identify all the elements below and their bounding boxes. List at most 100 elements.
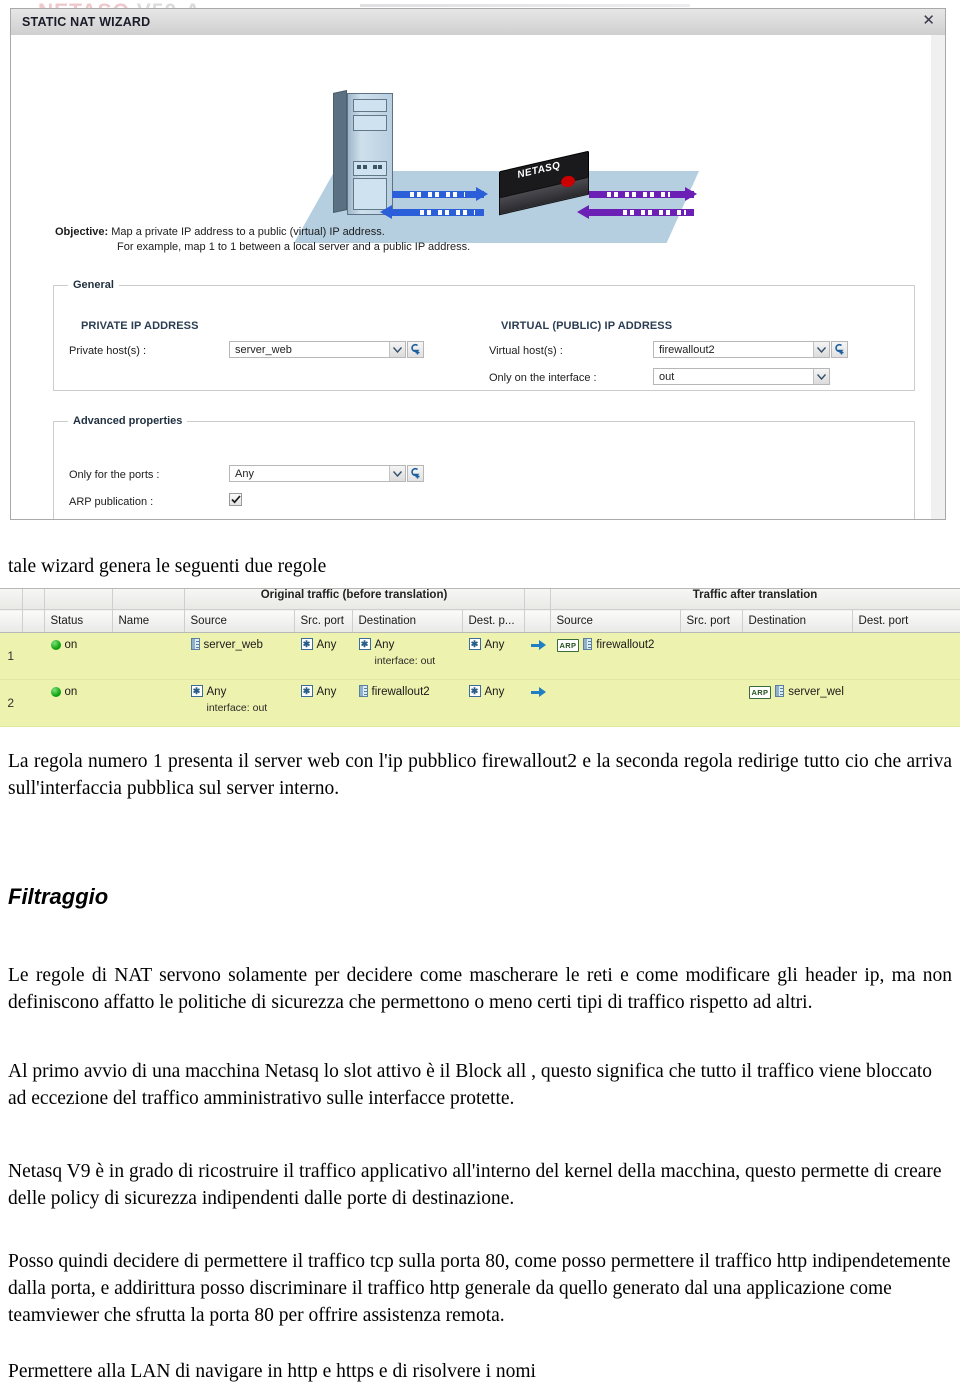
server-tower-side — [333, 90, 347, 213]
chevron-down-icon[interactable] — [813, 369, 829, 384]
virtual-host-select[interactable]: firewallout2 — [653, 341, 830, 358]
table-row[interactable]: 1 on server_web ✱ Any ✱ Any interface: o… — [0, 632, 960, 680]
row-tr-destination-cell[interactable] — [742, 632, 853, 680]
row-tr-source-cell[interactable]: ARP firewallout2 — [550, 632, 681, 680]
chevron-down-icon[interactable] — [813, 342, 829, 357]
row-status-text: on — [64, 686, 78, 698]
wizard-titlebar: STATIC NAT WIZARD ✕ — [11, 9, 945, 36]
column-header-orig-destination[interactable]: Destination — [352, 609, 463, 633]
row-orig-src-port-cell[interactable]: ✱ Any — [294, 632, 352, 680]
row-checkbox-cell[interactable] — [22, 632, 44, 680]
server-bay-2 — [353, 115, 387, 131]
objective-block: Objective: Map a private IP address to a… — [55, 225, 470, 255]
row-tr-dest-port-cell[interactable] — [852, 632, 960, 680]
column-header-1[interactable] — [22, 609, 45, 633]
row-orig-destination-cell[interactable]: firewallout2 — [352, 679, 462, 727]
any-object-icon: ✱ — [300, 685, 313, 697]
row-orig-dest-port-text: Any — [484, 639, 505, 651]
row-orig-source-cell[interactable]: server_web — [184, 632, 294, 680]
any-object-icon: ✱ — [190, 685, 203, 697]
column-header-tr-dest-port[interactable]: Dest. port — [852, 609, 960, 633]
row-orig-destination-cell[interactable]: ✱ Any interface: out — [352, 632, 462, 680]
column-header-0[interactable] — [0, 609, 23, 633]
private-host-value: server_web — [235, 343, 292, 356]
static-nat-wizard-screenshot: NETASQ V50-A ✕ STATIC NAT WIZARD ✕ — [0, 0, 960, 540]
row-orig-source-text: server_web — [203, 639, 263, 651]
interface-select[interactable]: out — [653, 368, 830, 385]
advanced-properties-fieldset: Advanced properties — [53, 415, 915, 519]
paragraph-lan-http: Permettere alla LAN di navigare in http … — [8, 1361, 536, 1382]
table-column-header-row: Status Name Source Src. port Destination… — [0, 609, 960, 633]
any-object-icon: ✱ — [358, 638, 371, 650]
wizard-scrollbar[interactable] — [930, 35, 945, 519]
row-orig-dest-port-cell[interactable]: ✱ Any — [462, 632, 525, 680]
objective-line-2: For example, map 1 to 1 between a local … — [117, 241, 471, 253]
add-private-host-button[interactable] — [407, 341, 424, 358]
arrow-private-outbound-icon — [380, 205, 484, 219]
column-header-tr-destination[interactable]: Destination — [742, 609, 853, 633]
private-host-select[interactable]: server_web — [229, 341, 406, 358]
private-host-label: Private host(s) : — [69, 345, 147, 357]
host-object-icon — [583, 638, 593, 650]
column-header-arrow-gap — [524, 609, 551, 633]
row-tr-src-port-cell[interactable] — [680, 679, 743, 727]
row-tr-destination-cell[interactable]: ARP server_wel — [742, 679, 853, 727]
arrow-public-inbound-icon — [577, 205, 694, 219]
add-virtual-host-button[interactable] — [831, 341, 848, 358]
row-tr-source-cell[interactable] — [550, 679, 681, 727]
paragraph-tcp-port-80: Posso quindi decidere di permettere il t… — [8, 1251, 951, 1326]
host-object-icon — [358, 685, 368, 697]
arp-badge-icon: ARP — [556, 639, 580, 652]
row-translation-arrow-cell — [524, 679, 551, 727]
wizard-dialog: STATIC NAT WIZARD ✕ NETASQ Objective: Ma… — [10, 8, 946, 520]
row-index: 1 — [0, 632, 22, 680]
arrow-right-icon — [530, 686, 547, 698]
table-row[interactable]: 2 on ✱ Any interface: out ✱ Any firewall… — [0, 679, 960, 727]
row-orig-source-cell[interactable]: ✱ Any interface: out — [184, 679, 294, 727]
group-header-traffic-after-translation: Traffic after translation — [550, 589, 960, 610]
column-header-status[interactable]: Status — [44, 609, 113, 633]
row-status-cell[interactable]: on — [44, 679, 112, 727]
chevron-down-icon[interactable] — [389, 466, 405, 481]
row-name-cell[interactable] — [112, 632, 184, 680]
server-led-4 — [378, 165, 382, 169]
row-orig-destination-text: firewallout2 — [371, 686, 430, 698]
wizard-title: STATIC NAT WIZARD — [22, 15, 151, 29]
row-name-cell[interactable] — [112, 679, 184, 727]
chevron-down-icon[interactable] — [389, 342, 405, 357]
add-port-button[interactable] — [407, 465, 424, 482]
column-header-tr-src-port[interactable]: Src. port — [680, 609, 743, 633]
row-status-cell[interactable]: on — [44, 632, 112, 680]
row-index: 2 — [0, 679, 22, 727]
row-tr-dest-port-cell[interactable] — [852, 679, 960, 727]
arp-publication-checkbox[interactable] — [229, 493, 242, 506]
background-toolbar-line — [360, 4, 690, 7]
row-checkbox-cell[interactable] — [22, 679, 44, 727]
column-header-orig-src-port[interactable]: Src. port — [294, 609, 353, 633]
row-translation-arrow-cell — [524, 632, 551, 680]
paragraph-rules-explanation: La regola numero 1 presenta il server we… — [8, 751, 952, 799]
arrow-public-outbound-icon — [589, 187, 697, 201]
paragraph-block-all: Al primo avvio di una macchina Netasq lo… — [8, 1061, 933, 1109]
ports-select[interactable]: Any — [229, 465, 406, 482]
server-led-3 — [373, 165, 377, 169]
row-orig-src-port-cell[interactable]: ✱ Any — [294, 679, 352, 727]
close-icon[interactable]: ✕ — [922, 13, 935, 29]
column-header-tr-source[interactable]: Source — [550, 609, 681, 633]
virtual-host-value: firewallout2 — [659, 343, 715, 356]
objective-label: Objective: — [55, 226, 109, 238]
column-header-name[interactable]: Name — [112, 609, 185, 633]
column-header-orig-source[interactable]: Source — [184, 609, 295, 633]
server-led-2 — [363, 165, 367, 169]
paragraph-netasq-v9: Netasq V9 è in grado di ricostruire il t… — [8, 1161, 942, 1209]
heading-filtraggio: Filtraggio — [8, 884, 109, 909]
group-blank-3 — [44, 589, 113, 610]
row-orig-dest-port-cell[interactable]: ✱ Any — [462, 679, 525, 727]
advanced-properties-legend: Advanced properties — [68, 415, 188, 427]
column-header-orig-dest-port[interactable]: Dest. p... — [462, 609, 525, 633]
arp-badge-icon: ARP — [748, 686, 772, 699]
interface-label: Only on the interface : — [489, 372, 597, 384]
interface-value: out — [659, 370, 675, 383]
ports-value: Any — [235, 467, 254, 480]
row-tr-src-port-cell[interactable] — [680, 632, 743, 680]
